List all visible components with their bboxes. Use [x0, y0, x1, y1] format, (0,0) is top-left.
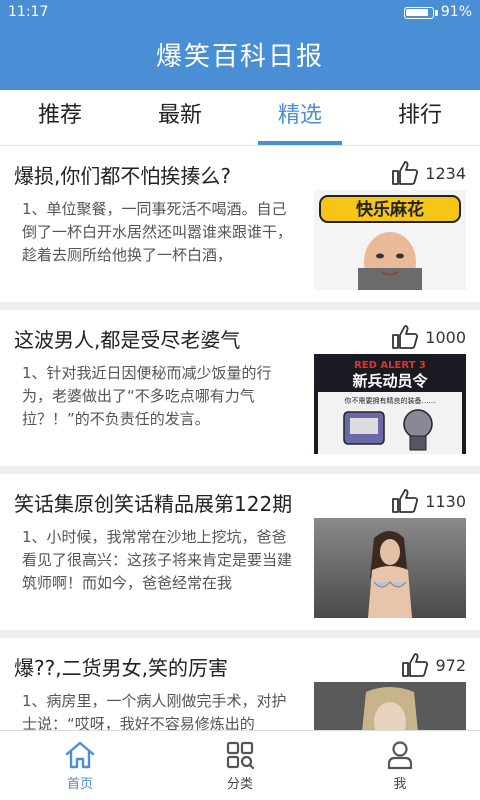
- nav-category-label: 分类: [226, 777, 253, 792]
- article-card[interactable]: 这波男人,都是受尽老婆气 1000 1、针对我近日因便秘而减少饭量的行为，老婆做…: [0, 310, 480, 466]
- article-title: 笑话集原创笑话精品展第122期: [14, 492, 293, 516]
- tab-bar: 推荐 最新 精选 排行: [0, 90, 480, 146]
- nav-profile-label: 我: [393, 777, 407, 792]
- battery-percent: 91%: [440, 4, 472, 20]
- category-icon: [226, 741, 255, 770]
- nav-profile[interactable]: 我: [320, 731, 480, 800]
- tab-latest[interactable]: 最新: [120, 90, 240, 145]
- thumb-logo-text: RED ALERT 3: [354, 360, 426, 371]
- thumbs-up-icon: [392, 161, 419, 185]
- like-counter[interactable]: 1234: [391, 160, 466, 186]
- like-count: 1000: [425, 327, 466, 347]
- battery-icon: [404, 7, 434, 19]
- article-excerpt: 1、单位聚餐，一同事死活不喝酒。自己倒了一杯白开水居然还叫嚣谁来跟谁干，趁着去厕…: [22, 200, 293, 264]
- article-thumbnail[interactable]: RED ALERT 3 新兵动员令 你不需要拥有精良的装备……: [314, 354, 466, 454]
- article-thumbnail[interactable]: [314, 682, 466, 730]
- status-time: 11:17: [8, 4, 49, 20]
- like-count: 972: [435, 655, 466, 675]
- like-counter[interactable]: 1000: [391, 324, 466, 350]
- article-excerpt: 1、针对我近日因便秘而减少饭量的行为，老婆做出了“不多吃点哪有力气拉？！”的不负…: [22, 364, 272, 428]
- article-excerpt: 1、小时候，我常常在沙地上挖坑，爸爸看见了很高兴：这孩子将来肯定是要当建筑师啊！…: [22, 528, 293, 592]
- thumb-caption-text: 你不需要拥有精良的装备……: [345, 396, 436, 405]
- tab-featured[interactable]: 精选: [240, 90, 360, 145]
- nav-home[interactable]: 首页: [0, 731, 160, 800]
- article-thumbnail[interactable]: 快乐麻花: [314, 190, 466, 290]
- app-bar: 爆笑百科日报: [0, 26, 480, 90]
- article-thumbnail[interactable]: [314, 518, 466, 618]
- article-card[interactable]: 笑话集原创笑话精品展第122期 1130 1、小时候，我常常在沙地上挖坑，爸爸看…: [0, 474, 480, 630]
- thumbs-up-icon: [392, 489, 419, 513]
- like-count: 1130: [425, 491, 466, 511]
- thumbs-up-icon: [402, 653, 429, 677]
- app-title: 爆笑百科日报: [155, 42, 324, 72]
- article-card[interactable]: 爆??,二货男女,笑的厉害 972 1、病房里，一个病人刚做完手术，对护士说：“…: [0, 638, 480, 730]
- tab-recommend[interactable]: 推荐: [0, 90, 120, 145]
- article-list[interactable]: 爆损,你们都不怕挨揍么? 1234 1、单位聚餐，一同事死活不喝酒。自己倒了一杯…: [0, 146, 480, 730]
- thumb-heading-text: 新兵动员令: [352, 372, 428, 390]
- article-title: 这波男人,都是受尽老婆气: [14, 328, 241, 352]
- battery-tip: [435, 10, 438, 16]
- bottom-navigation: 首页 分类 我: [0, 730, 480, 800]
- tab-ranking[interactable]: 排行: [360, 90, 480, 145]
- like-counter[interactable]: 1130: [391, 488, 466, 514]
- status-bar: 11:17 91%: [0, 0, 480, 26]
- article-card[interactable]: 爆损,你们都不怕挨揍么? 1234 1、单位聚餐，一同事死活不喝酒。自己倒了一杯…: [0, 146, 480, 302]
- user-icon: [387, 741, 413, 770]
- article-title: 爆??,二货男女,笑的厉害: [14, 656, 228, 680]
- like-count: 1234: [425, 163, 466, 183]
- thumb-logo-text: 快乐麻花: [356, 199, 424, 220]
- article-title: 爆损,你们都不怕挨揍么?: [14, 164, 231, 188]
- home-icon: [65, 741, 95, 769]
- thumbs-up-icon: [392, 325, 419, 349]
- nav-home-label: 首页: [66, 777, 93, 792]
- like-counter[interactable]: 972: [401, 652, 466, 678]
- nav-category[interactable]: 分类: [160, 731, 320, 800]
- article-excerpt: 1、病房里，一个病人刚做完手术，对护士说：“哎呀，我好不容易修炼出的: [22, 692, 287, 730]
